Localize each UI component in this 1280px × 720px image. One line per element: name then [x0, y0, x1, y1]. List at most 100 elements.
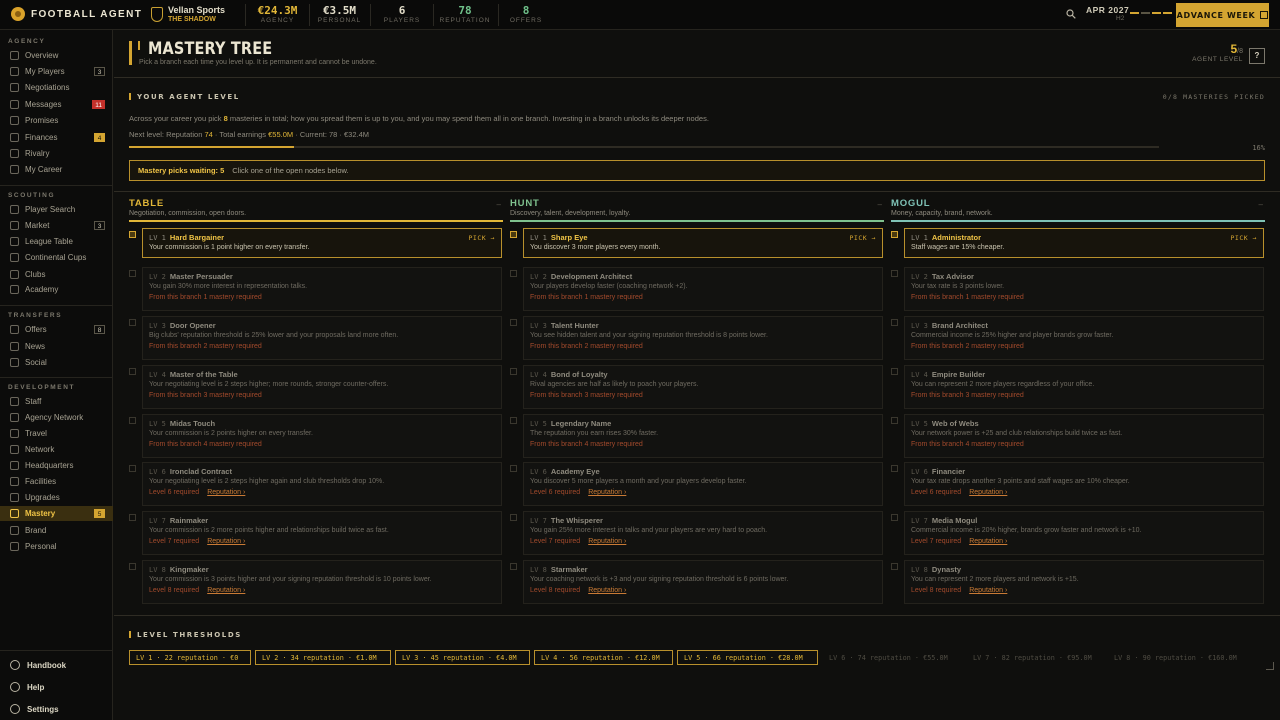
reputation-link[interactable]: Reputation ›	[588, 587, 626, 594]
node-checkbox[interactable]	[510, 231, 517, 238]
divider	[309, 4, 310, 26]
sidebar-item-headquarters[interactable]: Headquarters	[0, 458, 113, 473]
sidebar-item-clubs[interactable]: Clubs	[0, 267, 113, 282]
node-checkbox[interactable]	[510, 270, 517, 277]
sidebar-item-league-table[interactable]: League Table	[0, 234, 113, 249]
sidebar-item-staff[interactable]: Staff	[0, 394, 113, 409]
search-icon[interactable]	[1066, 9, 1076, 19]
sidebar-item-continental-cups[interactable]: Continental Cups	[0, 250, 113, 265]
sidebar-item-label: Brand	[25, 526, 47, 535]
reputation-link[interactable]: Reputation ›	[969, 489, 1007, 496]
node-checkbox[interactable]	[129, 514, 136, 521]
branch-name: MOGUL	[891, 198, 931, 209]
sidebar-item-label: Offers	[25, 325, 47, 334]
reputation-link[interactable]: Reputation ›	[207, 538, 245, 545]
sidebar-item-network[interactable]: Network	[0, 442, 113, 457]
node-checkbox[interactable]	[891, 465, 898, 472]
node-checkbox[interactable]	[129, 270, 136, 277]
node-checkbox[interactable]	[891, 270, 898, 277]
sidebar-item-my-players[interactable]: My Players 3	[0, 64, 113, 79]
sidebar-item-academy[interactable]: Academy	[0, 282, 113, 297]
requirement-text: Level 6 required	[911, 489, 962, 496]
sidebar-item-facilities[interactable]: Facilities	[0, 474, 113, 489]
node-checkbox[interactable]	[891, 417, 898, 424]
sidebar-item-mastery[interactable]: Mastery 5	[0, 506, 113, 521]
branch-table: TABLE Negotiation, commission, open doors…	[129, 198, 503, 222]
sidebar-item-personal[interactable]: Personal	[0, 539, 113, 554]
reputation-link[interactable]: Reputation ›	[207, 587, 245, 594]
sidebar-item-overview[interactable]: Overview	[0, 48, 113, 63]
node-checkbox[interactable]	[510, 319, 517, 326]
node-checkbox[interactable]	[510, 514, 517, 521]
node-checkbox[interactable]	[510, 563, 517, 570]
sidebar-item-label: Overview	[25, 51, 59, 60]
sidebar-item-my-career[interactable]: My Career	[0, 162, 113, 177]
node-checkbox[interactable]	[129, 231, 136, 238]
node-checkbox[interactable]	[510, 368, 517, 375]
app-brand[interactable]: FOOTBALL AGENT	[11, 7, 142, 21]
node-checkbox[interactable]	[891, 368, 898, 375]
pick-button[interactable]: PICK →	[1231, 234, 1257, 242]
node-checkbox[interactable]	[510, 417, 517, 424]
mastery-node-administrator[interactable]: LV 1 Administrator PICK → Staff wages are 1…	[904, 228, 1264, 258]
sidebar-item-label: Promises	[25, 116, 59, 125]
sidebar-settings-button[interactable]: Settings	[0, 701, 113, 717]
sidebar-item-agency-network[interactable]: Agency Network	[0, 410, 113, 425]
node-level: LV 7	[911, 517, 928, 525]
stat-value: 78	[458, 4, 472, 17]
node-checkbox[interactable]	[129, 319, 136, 326]
node-checkbox[interactable]	[129, 465, 136, 472]
agent-intro: Across your career you pick 8 masteries …	[129, 114, 709, 123]
sidebar-item-upgrades[interactable]: Upgrades	[0, 490, 113, 505]
sidebar-item-social[interactable]: Social	[0, 355, 113, 370]
requirement-text: Level 7 required	[149, 538, 200, 545]
sidebar-item-messages[interactable]: Messages 11	[0, 97, 113, 112]
reputation-link[interactable]: Reputation ›	[588, 538, 626, 545]
sidebar-item-news[interactable]: News	[0, 339, 113, 354]
reputation-link[interactable]: Reputation ›	[969, 538, 1007, 545]
advance-week-button[interactable]: ADVANCE WEEK	[1176, 3, 1269, 27]
node-checkbox[interactable]	[891, 563, 898, 570]
node-level: LV 6	[149, 468, 166, 476]
mastery-node-sharp-eye[interactable]: LV 1 Sharp Eye PICK → You discover 3 more p…	[523, 228, 883, 258]
node-checkbox[interactable]	[891, 231, 898, 238]
sidebar-item-brand[interactable]: Brand	[0, 523, 113, 538]
mastery-node-hard-bargainer[interactable]: LV 1 Hard Bargainer PICK → Your commission …	[142, 228, 502, 258]
sidebar-item-market[interactable]: Market 3	[0, 218, 113, 233]
pick-button[interactable]: PICK →	[850, 234, 876, 242]
reputation-link[interactable]: Reputation ›	[207, 489, 245, 496]
reputation-link[interactable]: Reputation ›	[969, 587, 1007, 594]
sidebar-item-rivalry[interactable]: Rivalry	[0, 146, 113, 161]
node-checkbox[interactable]	[129, 417, 136, 424]
node-header: LV 3 Door Opener	[149, 321, 216, 330]
reputation-link[interactable]: Reputation ›	[588, 489, 626, 496]
sidebar-item-promises[interactable]: Promises	[0, 113, 113, 128]
sidebar-item-player-search[interactable]: Player Search	[0, 202, 113, 217]
node-checkbox[interactable]	[510, 465, 517, 472]
help-button[interactable]: ?	[1249, 48, 1265, 64]
sidebar-item-label: Travel	[25, 429, 47, 438]
node-checkbox[interactable]	[891, 514, 898, 521]
sidebar-item-finances[interactable]: Finances 4	[0, 130, 113, 145]
sidebar-help-button[interactable]: Help	[0, 679, 113, 695]
clubs-icon	[10, 270, 19, 279]
sidebar-handbook-button[interactable]: Handbook	[0, 657, 113, 673]
sidebar-item-travel[interactable]: Travel	[0, 426, 113, 441]
collapse-icon[interactable]: –	[1259, 200, 1263, 209]
node-checkbox[interactable]	[129, 563, 136, 570]
sidebar-item-offers[interactable]: Offers 8	[0, 322, 113, 337]
agency-info[interactable]: Vellan Sports THE SHADOW	[151, 5, 225, 23]
node-requirement: From this branch 2 mastery required	[149, 343, 262, 350]
requirement-text: From this branch 4 mastery required	[149, 441, 262, 448]
collapse-icon[interactable]: –	[497, 200, 501, 209]
brand-icon	[10, 526, 19, 535]
collapse-icon[interactable]: –	[878, 200, 882, 209]
pick-button[interactable]: PICK →	[469, 234, 495, 242]
sidebar-item-negotiations[interactable]: Negotiations	[0, 80, 113, 95]
node-header: LV 4 Empire Builder	[911, 370, 985, 379]
node-checkbox[interactable]	[129, 368, 136, 375]
mastery-node-master-persuader: LV 2 Master Persuader You gain 30% more in…	[142, 267, 502, 311]
node-name: Midas Touch	[169, 419, 216, 428]
node-checkbox[interactable]	[891, 319, 898, 326]
stat-offers[interactable]: 8 OFFERS	[502, 4, 550, 26]
